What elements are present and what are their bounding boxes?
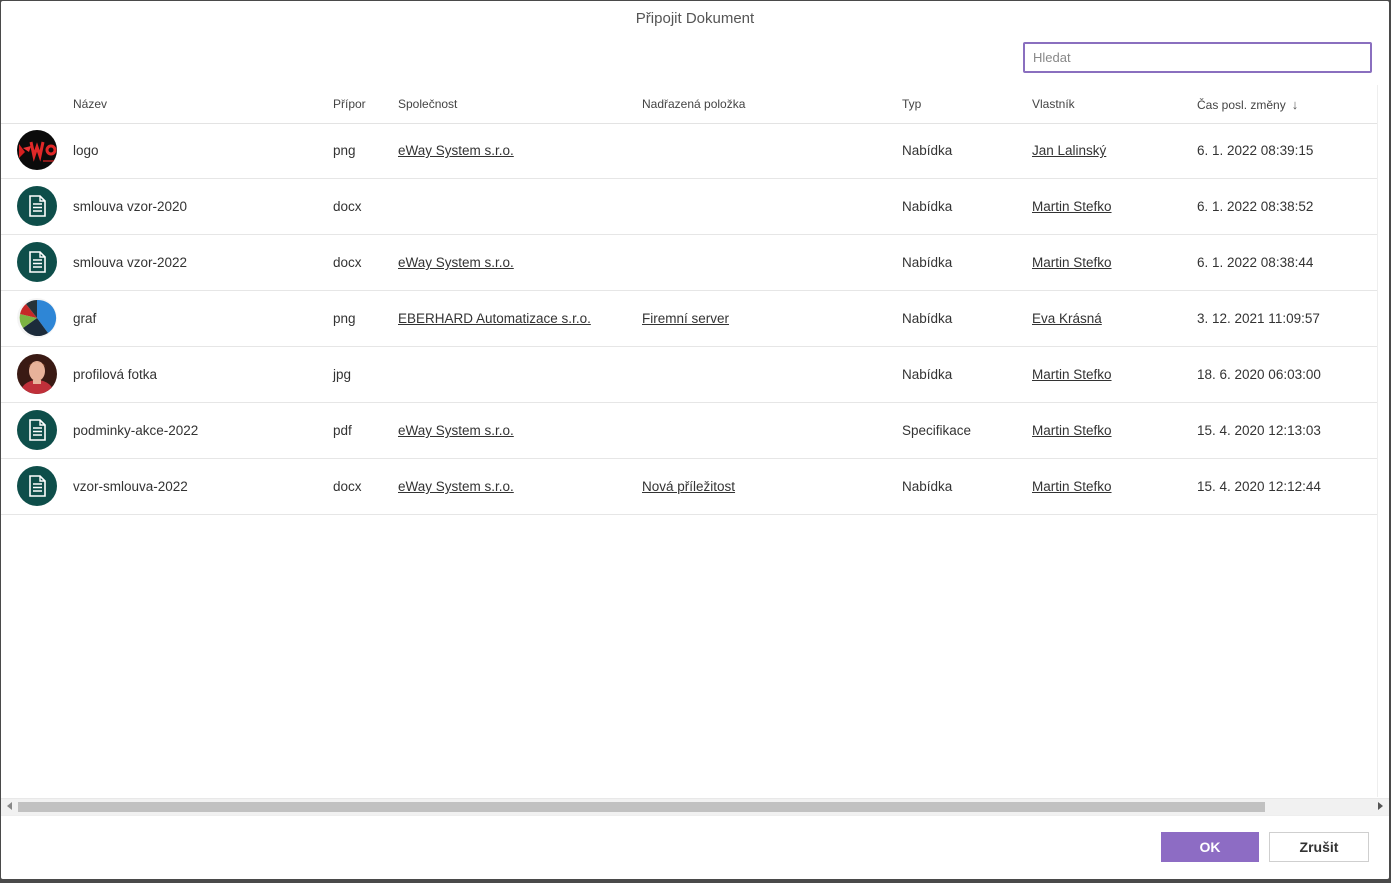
thumbnail-photo [17, 354, 57, 394]
column-header-modified-label: Čas posl. změny [1197, 98, 1286, 112]
arrow-down-icon: ↓ [1291, 97, 1299, 112]
table-header: Název Přípor Společnost Nadřazená položk… [1, 85, 1377, 124]
document-table-body: logo png eWay System s.r.o. Nabídka Jan Lali… [1, 123, 1377, 515]
cell-type: Nabídka [902, 199, 953, 214]
cell-owner[interactable]: Martin Stefko [1032, 255, 1112, 270]
cell-parent[interactable]: Nová příležitost [642, 479, 735, 494]
cell-modified: 6. 1. 2022 08:38:44 [1197, 255, 1314, 270]
cell-owner[interactable]: Martin Stefko [1032, 367, 1112, 382]
cell-name: smlouva vzor-2020 [73, 199, 188, 214]
cell-modified: 6. 1. 2022 08:39:15 [1197, 143, 1314, 158]
column-header-company[interactable]: Společnost [398, 97, 457, 111]
cell-ext: docx [333, 255, 362, 270]
cell-company[interactable]: EBERHARD Automatizace s.r.o. [398, 311, 591, 326]
cell-company[interactable]: eWay System s.r.o. [398, 423, 514, 438]
column-header-extension[interactable]: Přípor [333, 97, 366, 111]
column-header-modified[interactable]: Čas posl. změny ↓ [1197, 97, 1298, 112]
document-icon [17, 186, 57, 226]
column-header-type[interactable]: Typ [902, 97, 921, 111]
cell-parent[interactable]: Firemní server [642, 311, 729, 326]
cell-owner[interactable]: Martin Stefko [1032, 199, 1112, 214]
cell-ext: docx [333, 479, 362, 494]
cell-owner[interactable]: Jan Lalinský [1032, 143, 1106, 158]
thumbnail-logo [17, 130, 57, 170]
cancel-button[interactable]: Zrušit [1269, 832, 1369, 862]
cell-type: Nabídka [902, 255, 953, 270]
cell-modified: 15. 4. 2020 12:13:03 [1197, 423, 1321, 438]
column-header-parent[interactable]: Nadřazená položka [642, 97, 745, 111]
cell-modified: 6. 1. 2022 08:38:52 [1197, 199, 1314, 214]
cell-modified: 18. 6. 2020 06:03:00 [1197, 367, 1321, 382]
table-row[interactable]: logo png eWay System s.r.o. Nabídka Jan Lali… [1, 123, 1377, 179]
dialog-title: Připojit Dokument [635, 10, 755, 27]
cell-owner[interactable]: Martin Stefko [1032, 479, 1112, 494]
cell-ext: docx [333, 199, 362, 214]
document-icon [17, 410, 57, 450]
cell-ext: png [333, 143, 356, 158]
cell-owner[interactable]: Eva Krásná [1032, 311, 1102, 326]
cell-type: Nabídka [902, 311, 953, 326]
table-row[interactable]: vzor-smlouva-2022 docx eWay System s.r.o. N… [1, 459, 1377, 515]
cell-ext: jpg [333, 367, 352, 382]
cell-name: podminky-akce-2022 [73, 423, 199, 438]
cell-name: profilová fotka [73, 367, 158, 382]
cell-name: vzor-smlouva-2022 [73, 479, 188, 494]
column-header-name[interactable]: Název [73, 97, 107, 111]
cell-name: smlouva vzor-2022 [73, 255, 188, 270]
thumbnail-chart [17, 298, 57, 338]
document-icon [17, 466, 57, 506]
cell-type: Specifikace [902, 423, 972, 438]
cell-type: Nabídka [902, 367, 953, 382]
cell-owner[interactable]: Martin Stefko [1032, 423, 1112, 438]
column-header-owner[interactable]: Vlastník [1032, 97, 1075, 111]
search-box[interactable] [1023, 42, 1372, 73]
scroll-left-icon[interactable] [7, 802, 12, 810]
cell-name: logo [73, 143, 99, 158]
cell-ext: pdf [333, 423, 352, 438]
table-row[interactable]: smlouva vzor-2022 docx eWay System s.r.o. N… [1, 235, 1377, 291]
attach-document-dialog: Připojit Dokument Název Přípor Společnos… [1, 1, 1389, 879]
cell-modified: 15. 4. 2020 12:12:44 [1197, 479, 1321, 494]
ok-button[interactable]: OK [1161, 832, 1259, 862]
cell-type: Nabídka [902, 479, 953, 494]
document-icon [17, 242, 57, 282]
cell-type: Nabídka [902, 143, 953, 158]
table-row[interactable]: podminky-akce-2022 pdf eWay System s.r.o. S… [1, 403, 1377, 459]
scrollbar-thumb[interactable] [18, 802, 1265, 812]
table-row[interactable]: profilová fotka jpg Nabídka Martin Stefko 18… [1, 347, 1377, 403]
table-row[interactable]: smlouva vzor-2020 docx Nabídka Martin Stefk… [1, 179, 1377, 235]
scroll-right-icon[interactable] [1378, 802, 1383, 810]
cell-company[interactable]: eWay System s.r.o. [398, 143, 514, 158]
cell-company[interactable]: eWay System s.r.o. [398, 255, 514, 270]
cell-name: graf [73, 311, 97, 326]
footer-divider [1, 815, 1389, 816]
cell-modified: 3. 12. 2021 11:09:57 [1197, 311, 1320, 326]
vertical-divider [1377, 85, 1378, 797]
cell-company[interactable]: eWay System s.r.o. [398, 479, 514, 494]
cell-ext: png [333, 311, 356, 326]
horizontal-scrollbar[interactable] [1, 798, 1389, 815]
table-row[interactable]: graf png EBERHARD Automatizace s.r.o. Firem… [1, 291, 1377, 347]
search-input[interactable] [1025, 44, 1370, 71]
